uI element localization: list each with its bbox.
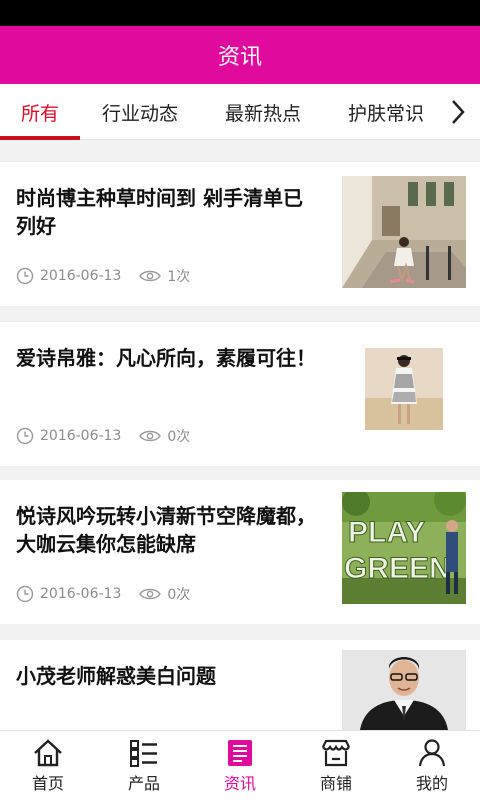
article-meta: 2016-06-13 1次 xyxy=(16,266,190,286)
clock-icon xyxy=(16,585,34,603)
article-title: 爱诗帛雅：凡心所向，素履可往！ xyxy=(16,346,316,370)
tab-label: 行业动态 xyxy=(101,102,178,125)
article-meta: 2016-06-13 0次 xyxy=(16,584,190,604)
tab-industry-news[interactable]: 行业动态 xyxy=(90,84,190,140)
thumb-text-green: GREEN xyxy=(344,552,451,585)
clock-icon xyxy=(16,427,34,445)
eye-icon xyxy=(139,430,162,442)
article-thumbnail xyxy=(365,348,443,430)
nav-news[interactable]: 资讯 xyxy=(192,731,288,800)
nav-label: 商铺 xyxy=(319,773,352,793)
thumb-text-play: PLAY xyxy=(348,516,425,549)
page-title: 资讯 xyxy=(217,45,262,70)
nav-label: 我的 xyxy=(415,773,448,793)
nav-home[interactable]: 首页 xyxy=(0,731,96,800)
nav-products[interactable]: 产品 xyxy=(96,731,192,800)
article-card[interactable]: 爱诗帛雅：凡心所向，素履可往！ 2016-06-13 0次 xyxy=(0,322,480,466)
nav-label: 产品 xyxy=(127,773,160,793)
article-title: 时尚博主种草时间到 剁手清单已列好 xyxy=(16,186,303,238)
nav-label: 资讯 xyxy=(223,773,256,793)
article-date: 2016-06-13 xyxy=(40,428,122,444)
list-icon xyxy=(130,739,157,767)
article-views: 1次 xyxy=(167,269,191,285)
article-title: 悦诗风吟玩转小清新节空降魔都，大咖云集你怎能缺席 xyxy=(16,504,316,556)
article-card[interactable]: 时尚博主种草时间到 剁手清单已列好 2016-06-13 1次 xyxy=(0,162,480,306)
article-thumbnail xyxy=(342,650,466,730)
article-date: 2016-06-13 xyxy=(40,268,122,284)
clock-icon xyxy=(16,267,34,285)
tab-all[interactable]: 所有 xyxy=(0,84,80,140)
nav-label: 首页 xyxy=(31,773,64,793)
article-thumbnail xyxy=(342,176,466,288)
article-views: 0次 xyxy=(167,429,191,445)
shop-icon xyxy=(322,739,350,766)
bottom-navigation: 首页 产品 资讯 商铺 我的 xyxy=(0,730,480,800)
article-list: 时尚博主种草时间到 剁手清单已列好 2016-06-13 1次 爱诗帛雅：凡心所… xyxy=(0,140,480,730)
nav-shop[interactable]: 商铺 xyxy=(288,731,384,800)
eye-icon xyxy=(139,270,162,282)
tab-skincare-tips[interactable]: 护肤常识 xyxy=(336,84,436,140)
article-date: 2016-06-13 xyxy=(40,586,122,602)
tab-label: 最新热点 xyxy=(224,102,301,125)
tab-label: 所有 xyxy=(20,102,59,125)
category-tab-bar: 所有 行业动态 最新热点 护肤常识 xyxy=(0,84,480,140)
article-card[interactable]: 小茂老师解惑美白问题 xyxy=(0,640,480,730)
chevron-right-icon[interactable] xyxy=(444,84,472,140)
status-bar xyxy=(0,0,480,26)
eye-icon xyxy=(139,588,162,600)
article-thumbnail: PLAY GREEN xyxy=(342,492,466,604)
tab-label: 护肤常识 xyxy=(347,102,424,125)
app-header: 资讯 xyxy=(0,26,480,84)
tab-hot-topics[interactable]: 最新热点 xyxy=(213,84,313,140)
nav-profile[interactable]: 我的 xyxy=(384,731,480,800)
article-meta: 2016-06-13 0次 xyxy=(16,426,190,446)
article-views: 0次 xyxy=(167,587,191,603)
news-icon xyxy=(228,739,252,766)
article-card[interactable]: 悦诗风吟玩转小清新节空降魔都，大咖云集你怎能缺席 2016-06-13 0次 P… xyxy=(0,480,480,624)
user-icon xyxy=(418,738,446,766)
article-title: 小茂老师解惑美白问题 xyxy=(16,664,216,688)
home-icon xyxy=(34,738,62,766)
